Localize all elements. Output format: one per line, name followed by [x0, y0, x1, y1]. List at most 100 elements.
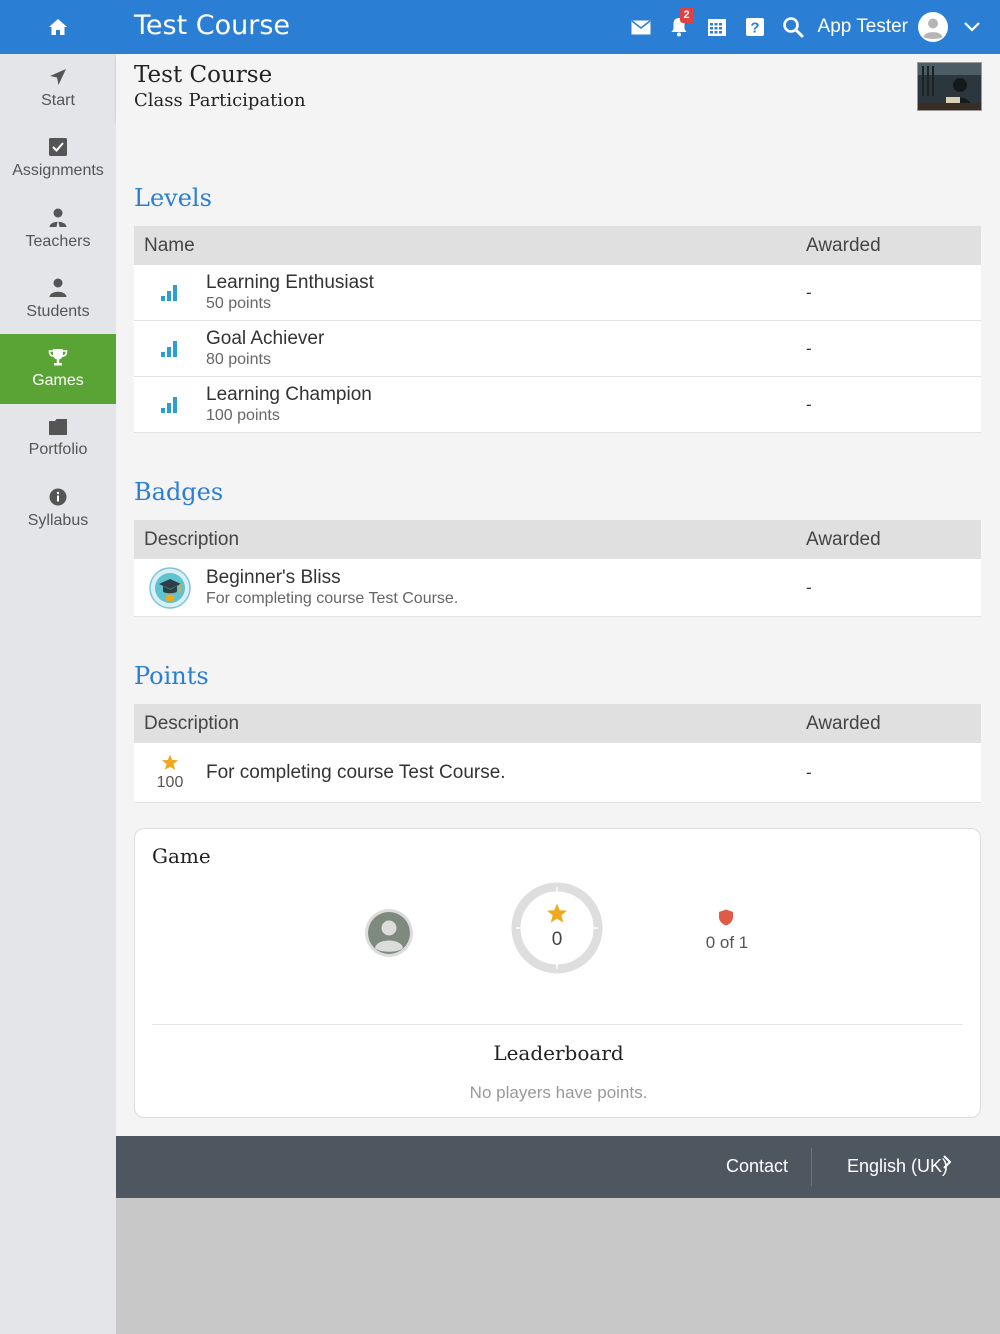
sidebar-item-label: Assignments: [12, 162, 104, 179]
search-icon: [782, 17, 804, 38]
leaderboard-title: Leaderboard: [493, 1041, 624, 1065]
points-description: For completing course Test Course.: [206, 761, 506, 783]
badge-description: For completing course Test Course.: [206, 590, 459, 607]
page-title: Test Course: [134, 62, 273, 88]
level-awarded: -: [806, 282, 812, 302]
notifications-button[interactable]: 2: [660, 0, 698, 54]
points-table: Description Awarded 100 For completing c…: [134, 704, 981, 803]
search-button[interactable]: [774, 0, 812, 54]
footer-divider: [811, 1148, 812, 1186]
page-header: Test Course Class Participation: [116, 54, 1000, 120]
level-name: Learning Champion: [206, 384, 372, 405]
sidebar-item-portfolio[interactable]: Portfolio: [0, 404, 116, 474]
player-avatar: [365, 909, 413, 957]
sidebar-item-label: Games: [32, 372, 84, 389]
points-awarded: -: [806, 762, 812, 782]
sidebar-item-assignments[interactable]: Assignments: [0, 124, 116, 194]
page-subtitle: Class Participation: [134, 90, 306, 111]
folder-icon: [49, 419, 67, 435]
level-points: 50 points: [206, 295, 271, 312]
badges-progress: 0 of 1: [705, 933, 749, 952]
column-header-awarded: Awarded: [806, 528, 881, 550]
navigation-arrow-icon: [50, 69, 66, 85]
chevron-right-icon[interactable]: [942, 1154, 952, 1170]
badges-heading: Badges: [134, 478, 224, 506]
levels-heading: Levels: [134, 184, 212, 212]
level-bars-icon: [161, 284, 177, 301]
home-icon: [49, 19, 67, 35]
table-row: 100 For completing course Test Course. -: [134, 743, 981, 803]
calendar-button[interactable]: [698, 0, 736, 54]
level-name: Learning Enthusiast: [206, 272, 374, 293]
mail-button[interactable]: [622, 0, 660, 54]
sidebar-item-students[interactable]: Students: [0, 264, 116, 334]
course-title[interactable]: Test Course: [134, 10, 290, 41]
chevron-down-icon: [964, 22, 980, 32]
user-avatar-icon: [368, 912, 410, 954]
sidebar-item-syllabus[interactable]: Syllabus: [0, 474, 116, 544]
notification-count-badge: 2: [679, 7, 694, 23]
table-row: Beginner's Bliss For completing course T…: [134, 559, 981, 617]
main-content: Levels Name Awarded Learning Enthusiast …: [116, 120, 1000, 1136]
user-name[interactable]: App Tester: [818, 16, 908, 38]
leaderboard-empty-message: No players have points.: [469, 1083, 648, 1102]
level-bars-icon: [161, 340, 177, 357]
game-title: Game: [152, 844, 211, 868]
points-heading: Points: [134, 662, 209, 690]
user-avatar[interactable]: [918, 12, 948, 42]
level-points: 100 points: [206, 407, 280, 424]
svg-text:?: ?: [750, 20, 759, 37]
game-card: Game 0 0 of 1 Leaderboard No players hav…: [134, 828, 981, 1118]
level-points: 80 points: [206, 351, 271, 368]
levels-table-header: Name Awarded: [134, 226, 981, 265]
sidebar-item-games[interactable]: Games: [0, 334, 116, 404]
divider: [152, 1024, 963, 1025]
level-bars-icon: [161, 396, 177, 413]
sidebar-item-label: Students: [26, 302, 90, 320]
points-value: 100: [156, 773, 184, 791]
column-header-awarded: Awarded: [806, 712, 881, 734]
badges-table-header: Description Awarded: [134, 520, 981, 559]
column-header-description: Description: [144, 712, 240, 734]
column-header-description: Description: [144, 528, 240, 550]
help-button[interactable]: ?: [736, 0, 774, 54]
badge-name: Beginner's Bliss: [206, 567, 341, 588]
shield-icon: [719, 909, 733, 926]
user-avatar-icon: [919, 13, 947, 41]
points-ring: [511, 882, 603, 974]
level-awarded: -: [806, 338, 812, 358]
course-thumbnail-image: [917, 62, 982, 111]
sidebar-item-label: Portfolio: [28, 441, 88, 458]
sidebar-item-teachers[interactable]: Teachers: [0, 194, 116, 264]
help-icon: ?: [745, 18, 764, 37]
contact-link[interactable]: Contact: [726, 1156, 788, 1177]
points-table-header: Description Awarded: [134, 704, 981, 743]
table-row: Goal Achiever 80 points -: [134, 321, 981, 377]
sidebar-item-label: Syllabus: [27, 512, 89, 529]
star-icon: [547, 903, 567, 923]
user-menu-toggle[interactable]: [962, 0, 982, 54]
footer: Contact English (UK): [116, 1136, 1000, 1198]
teacher-icon: [49, 208, 67, 227]
trophy-icon: [48, 349, 68, 366]
table-row: Learning Champion 100 points -: [134, 377, 981, 433]
sidebar: Start Assignments Teachers Students Game…: [0, 54, 116, 1334]
calendar-icon: [707, 19, 726, 36]
sidebar-item-start[interactable]: Start: [0, 54, 116, 124]
level-name: Goal Achiever: [206, 328, 325, 349]
sidebar-item-label: Start: [41, 92, 75, 109]
badges-table: Description Awarded Beginner's Bliss For…: [134, 520, 981, 617]
checkbox-icon: [49, 138, 67, 156]
level-awarded: -: [806, 394, 812, 414]
top-bar: Test Course 2 ? App Tester: [0, 0, 1000, 54]
graduation-badge-icon[interactable]: [149, 566, 191, 609]
home-button[interactable]: [0, 0, 116, 54]
game-points-value: 0: [551, 929, 563, 950]
info-icon: [49, 488, 67, 506]
column-header-name: Name: [144, 234, 195, 256]
language-selector[interactable]: English (UK): [847, 1156, 948, 1177]
mail-icon: [631, 19, 651, 34]
levels-table: Name Awarded Learning Enthusiast 50 poin…: [134, 226, 981, 433]
top-toolbar: 2 ? App Tester: [622, 0, 982, 54]
student-icon: [49, 278, 67, 297]
